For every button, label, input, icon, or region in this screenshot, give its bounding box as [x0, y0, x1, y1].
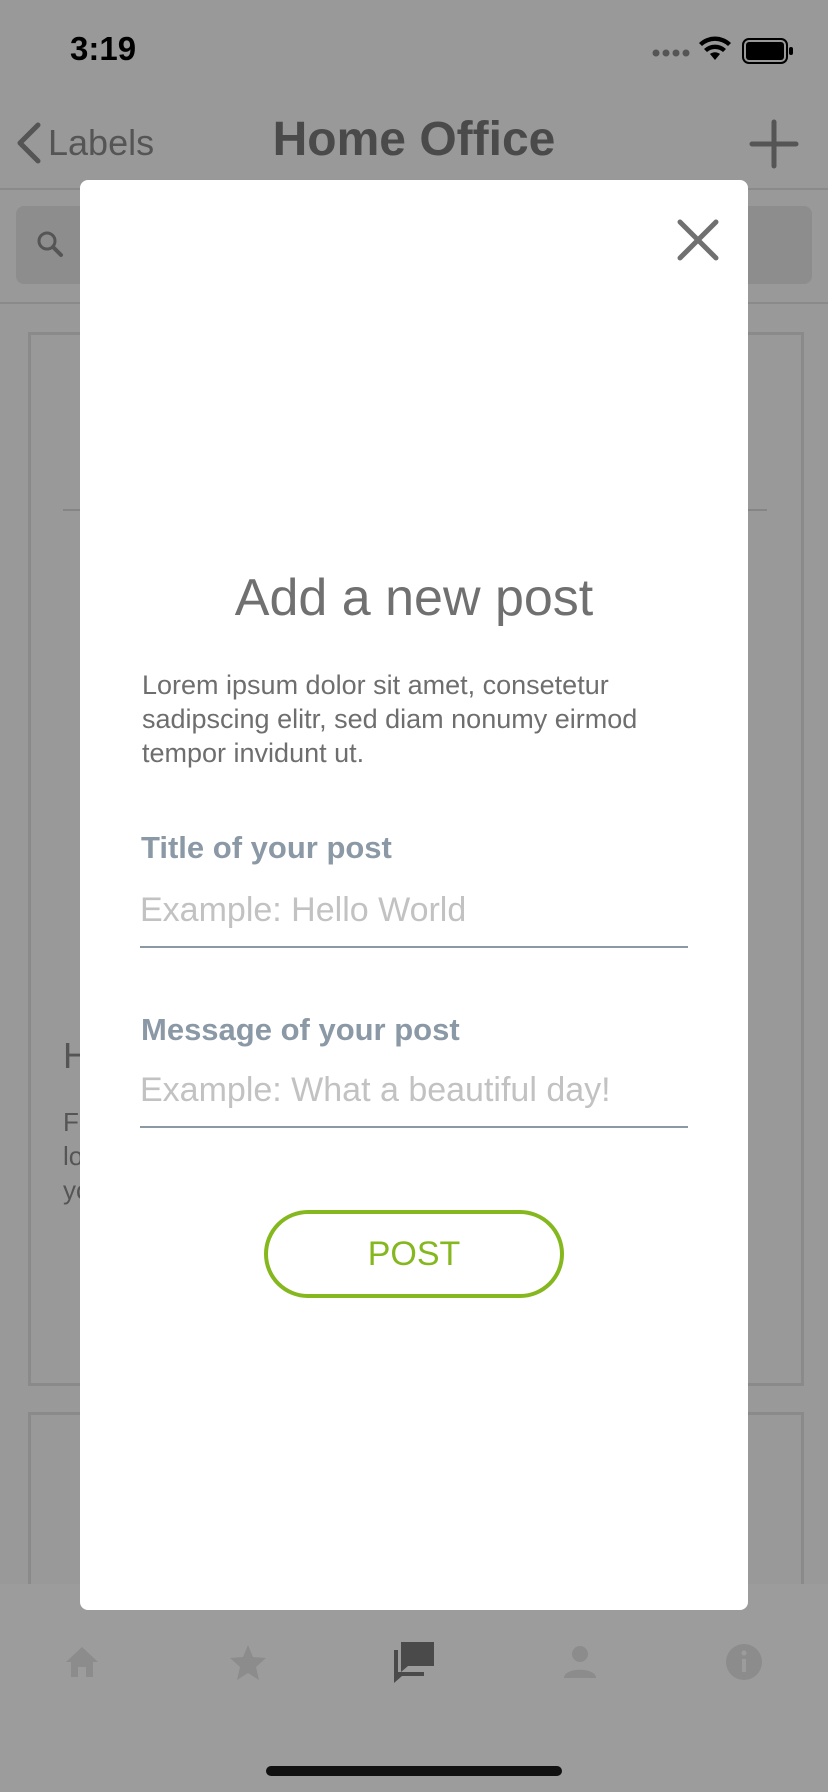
- info-icon: [726, 1644, 762, 1680]
- battery-icon: [742, 38, 793, 64]
- tab-forum[interactable]: [384, 1632, 444, 1692]
- status-bar: 3:19: [0, 0, 828, 100]
- title-field-label: Title of your post: [141, 830, 392, 865]
- tab-home[interactable]: [52, 1632, 112, 1692]
- home-icon: [66, 1647, 98, 1677]
- tab-profile[interactable]: [550, 1632, 610, 1692]
- home-indicator[interactable]: [266, 1766, 562, 1776]
- navigation-bar: Labels Home Office: [0, 100, 828, 190]
- page-title: Home Office: [272, 113, 556, 166]
- tab-favorites[interactable]: [218, 1632, 278, 1692]
- search-icon: [37, 231, 63, 257]
- title-input[interactable]: [140, 882, 688, 948]
- status-time: 3:19: [70, 30, 137, 67]
- cellular-signal-icon: [652, 49, 690, 57]
- wifi-icon: [699, 36, 731, 60]
- plus-icon: [749, 119, 799, 169]
- modal-description: Lorem ipsum dolor sit amet, consetetur s…: [142, 670, 638, 768]
- message-input[interactable]: [140, 1062, 688, 1128]
- add-button[interactable]: [744, 114, 804, 174]
- forum-icon: [394, 1642, 434, 1683]
- tab-bar: [0, 1584, 828, 1792]
- modal-title: Add a new post: [234, 569, 594, 627]
- tab-info[interactable]: [714, 1632, 774, 1692]
- message-field-label: Message of your post: [141, 1012, 460, 1047]
- close-button[interactable]: [668, 210, 728, 270]
- person-icon: [564, 1646, 596, 1678]
- new-post-modal: Add a new post Lorem ipsum dolor sit ame…: [80, 180, 748, 1610]
- post-button[interactable]: POST: [264, 1210, 564, 1298]
- close-icon: [677, 219, 719, 261]
- star-icon: [230, 1645, 266, 1680]
